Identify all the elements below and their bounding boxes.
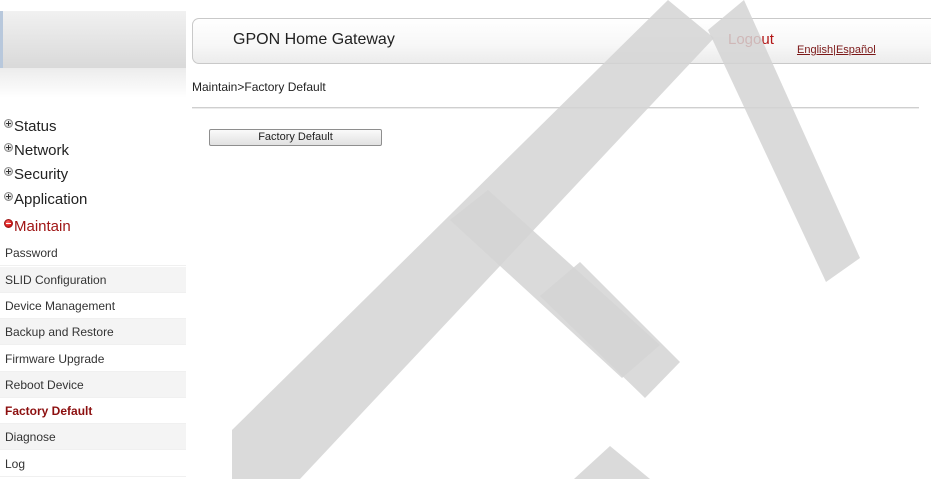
watermark-stroke <box>574 446 650 479</box>
sidebar-logo-area <box>0 11 186 68</box>
sidebar-item-reboot-device[interactable]: Reboot Device <box>0 372 186 398</box>
sidebar-item-backup-and-restore[interactable]: Backup and Restore <box>0 319 186 345</box>
sidebar-category-label: Maintain <box>14 217 71 235</box>
sidebar: Status Network Security Application Main… <box>0 0 186 479</box>
logout-link[interactable]: Logout <box>728 31 774 48</box>
sidebar-category-label: Network <box>14 141 70 159</box>
sidebar-shade <box>0 68 186 98</box>
sidebar-item-factory-default[interactable]: Factory Default <box>0 398 186 424</box>
plus-circle-icon <box>4 166 13 176</box>
sidebar-item-diagnose[interactable]: Diagnose <box>0 424 186 450</box>
page: Status Network Security Application Main… <box>0 0 931 479</box>
watermark-stroke <box>232 0 714 479</box>
sidebar-category-network[interactable]: Network <box>0 138 186 162</box>
page-title: GPON Home Gateway <box>233 31 395 48</box>
watermark-stroke <box>540 262 680 398</box>
watermark-stroke <box>450 190 660 378</box>
sidebar-item-device-management[interactable]: Device Management <box>0 293 186 319</box>
sidebar-category-maintain[interactable]: Maintain <box>0 214 186 238</box>
plus-circle-icon <box>4 118 13 128</box>
sidebar-item-password[interactable]: Password <box>0 240 186 266</box>
lang-english-link[interactable]: English <box>797 44 833 56</box>
sidebar-category-label: Security <box>14 165 69 183</box>
sidebar-category-security[interactable]: Security <box>0 162 186 186</box>
factory-default-button[interactable]: Factory Default <box>209 129 382 146</box>
divider <box>192 107 919 109</box>
sidebar-category-label: Status <box>14 117 57 135</box>
sidebar-category-status[interactable]: Status <box>0 114 186 138</box>
plus-circle-icon <box>4 142 13 152</box>
sidebar-item-firmware-upgrade[interactable]: Firmware Upgrade <box>0 346 186 372</box>
sidebar-item-log[interactable]: Log <box>0 451 186 477</box>
header-bar: GPON Home Gateway Logout English|Español <box>192 18 931 64</box>
sidebar-category-application[interactable]: Application <box>0 187 186 211</box>
plus-circle-icon <box>4 191 13 201</box>
sidebar-category-label: Application <box>14 190 88 208</box>
sidebar-item-slid-configuration[interactable]: SLID Configuration <box>0 267 186 293</box>
language-switcher: English|Español <box>797 44 876 56</box>
breadcrumb: Maintain>Factory Default <box>192 80 326 94</box>
minus-circle-icon <box>4 218 13 228</box>
lang-spanish-link[interactable]: Español <box>836 44 876 56</box>
